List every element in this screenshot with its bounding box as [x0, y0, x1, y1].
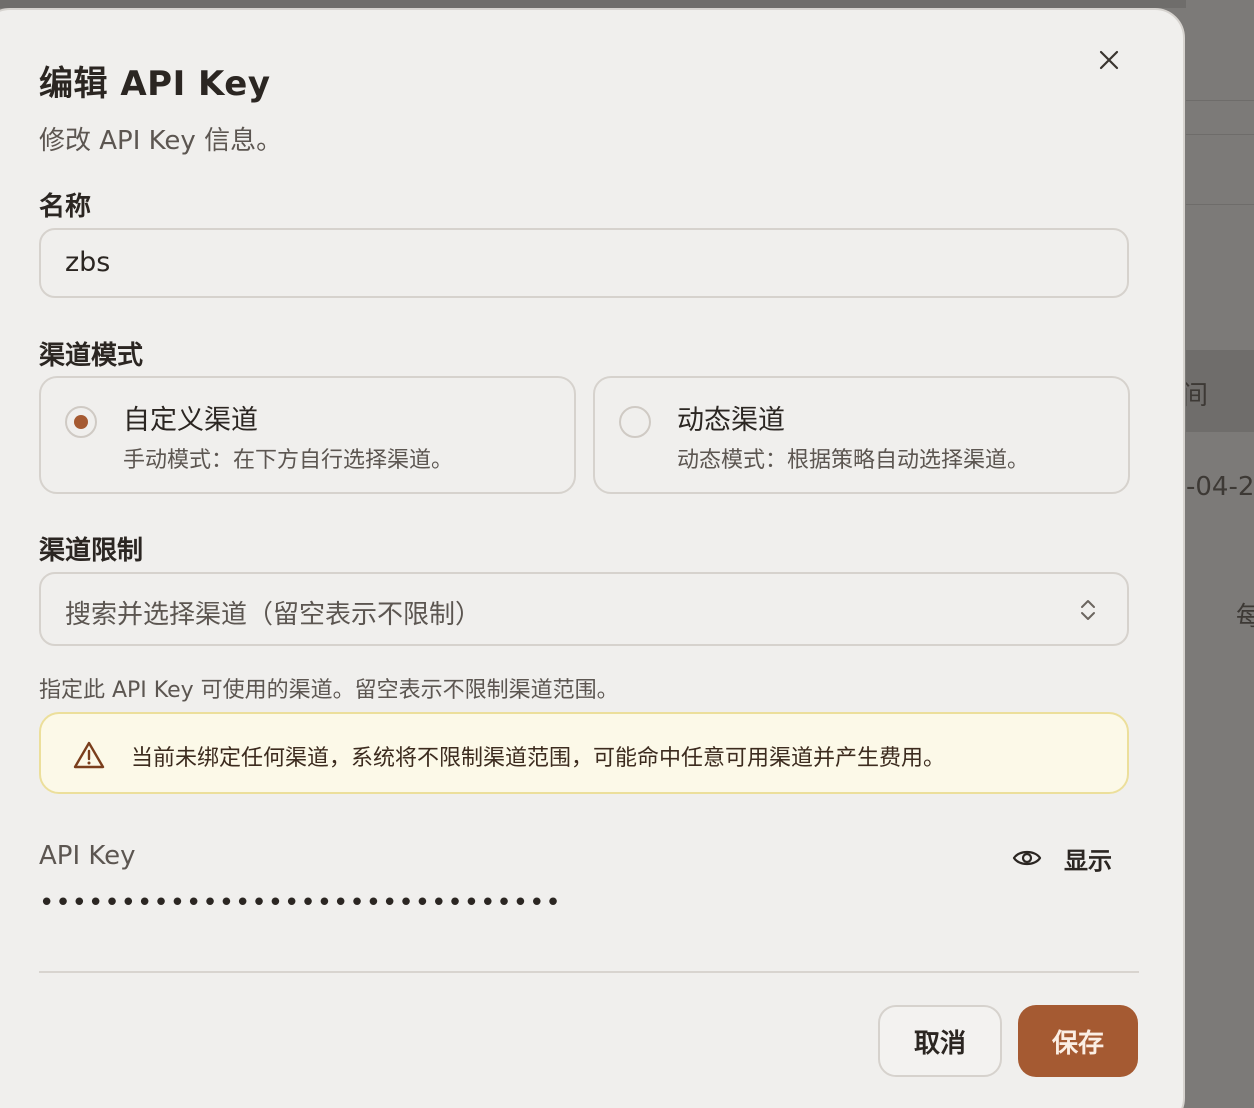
- channel-mode-label: 渠道模式: [39, 341, 144, 371]
- radio-button[interactable]: [619, 406, 651, 438]
- option-title: 自定义渠道: [123, 405, 258, 436]
- channel-select[interactable]: 搜索并选择渠道（留空表示不限制）: [39, 572, 1129, 646]
- radio-button-checked[interactable]: [65, 406, 97, 438]
- edit-api-key-dialog: 编辑 API Key 修改 API Key 信息。 名称 zbs 渠道模式 自定…: [0, 8, 1185, 1108]
- chevron-up-down-icon: [1081, 600, 1095, 620]
- dialog-title: 编辑 API Key: [39, 64, 271, 104]
- dialog-subtitle: 修改 API Key 信息。: [39, 126, 283, 156]
- channel-limit-helper-text: 指定此 API Key 可使用的渠道。留空表示不限制渠道范围。: [39, 678, 619, 703]
- background-text: 间: [1186, 381, 1209, 411]
- save-button[interactable]: 保存: [1018, 1005, 1138, 1077]
- channel-mode-option-dynamic[interactable]: 动态渠道 动态模式：根据策略自动选择渠道。: [593, 376, 1130, 494]
- option-description: 动态模式：根据策略自动选择渠道。: [677, 448, 1030, 473]
- channel-limit-label: 渠道限制: [39, 536, 144, 566]
- show-label: 显示: [1064, 846, 1112, 875]
- background-divider: [1186, 204, 1254, 205]
- cancel-button[interactable]: 取消: [878, 1005, 1002, 1077]
- background-text: -04-2: [1186, 472, 1254, 502]
- name-input[interactable]: zbs: [39, 228, 1129, 298]
- background-divider: [1186, 134, 1254, 135]
- warning-triangle-icon: [73, 741, 105, 769]
- show-api-key-button[interactable]: 显示: [1002, 836, 1122, 880]
- background-divider: [1186, 100, 1254, 101]
- eye-icon: [1012, 850, 1042, 866]
- api-key-masked-value: ••••••••••••••••••••••••••••••••: [39, 888, 562, 918]
- api-key-label: API Key: [39, 841, 136, 871]
- dialog-content: 编辑 API Key 修改 API Key 信息。 名称 zbs 渠道模式 自定…: [2, 10, 1187, 1108]
- warning-text: 当前未绑定任何渠道，系统将不限制渠道范围，可能命中任意可用渠道并产生费用。: [131, 746, 946, 771]
- background-text: 每: [1236, 602, 1254, 632]
- channel-mode-option-custom[interactable]: 自定义渠道 手动模式：在下方自行选择渠道。: [39, 376, 576, 494]
- close-button[interactable]: [1089, 40, 1129, 80]
- no-channel-warning: 当前未绑定任何渠道，系统将不限制渠道范围，可能命中任意可用渠道并产生费用。: [39, 712, 1129, 794]
- name-label: 名称: [39, 192, 92, 222]
- background-page: 间 -04-2 每: [1186, 0, 1254, 1108]
- channel-select-placeholder: 搜索并选择渠道（留空表示不限制）: [65, 600, 482, 630]
- close-icon: [1099, 50, 1119, 70]
- background-top-strip: [0, 0, 1254, 8]
- option-description: 手动模式：在下方自行选择渠道。: [123, 448, 454, 473]
- option-title: 动态渠道: [677, 405, 785, 436]
- footer-divider: [39, 971, 1139, 973]
